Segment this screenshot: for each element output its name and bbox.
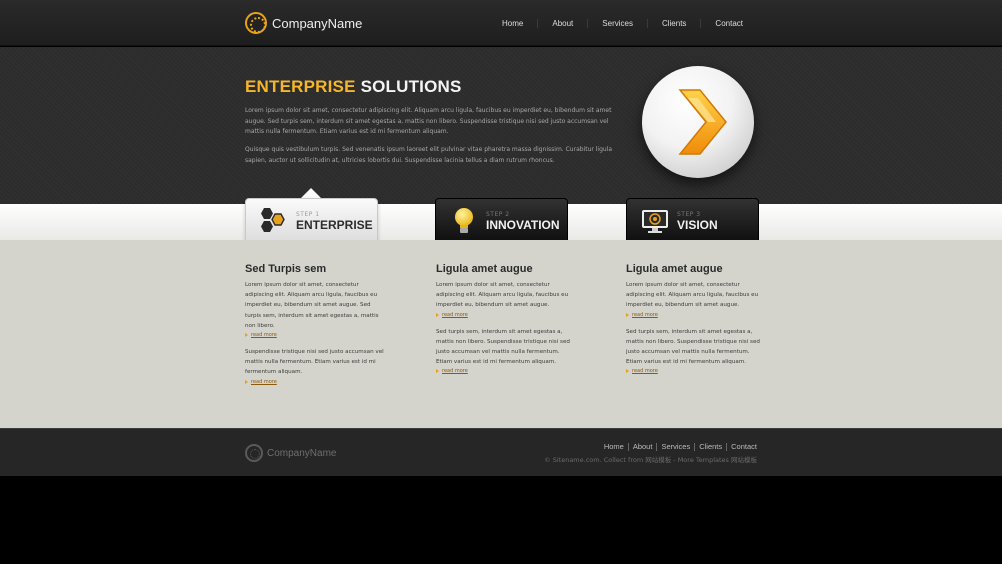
read-more-link[interactable]: read more bbox=[245, 379, 385, 385]
tab-step-label: STEP 2 bbox=[486, 210, 510, 218]
hero-title-accent: ENTERPRISE bbox=[245, 77, 356, 96]
tab-step-label: STEP 1 bbox=[296, 210, 320, 218]
footer-logo-icon bbox=[245, 444, 263, 462]
tab-vision-text: STEP 3 VISION bbox=[677, 211, 718, 232]
logo-text: CompanyName bbox=[272, 15, 363, 31]
column-title: Ligula amet augue bbox=[626, 263, 723, 275]
nav-home[interactable]: Home bbox=[488, 19, 537, 28]
footer-nav-home[interactable]: Home bbox=[600, 443, 628, 451]
content-column-3: Ligula amet augue Lorem ipsum dolor sit … bbox=[626, 263, 766, 383]
read-more-link[interactable]: read more bbox=[245, 332, 385, 338]
tab-name: INNOVATION bbox=[486, 217, 560, 232]
hero-title: ENTERPRISE SOLUTIONS bbox=[245, 77, 462, 97]
next-arrow-button[interactable] bbox=[642, 66, 754, 178]
hero-title-rest: SOLUTIONS bbox=[360, 77, 462, 96]
tab-name: VISION bbox=[677, 217, 718, 232]
page-bottom-area bbox=[0, 477, 1002, 564]
logo-icon bbox=[245, 12, 267, 34]
logo[interactable]: CompanyName bbox=[245, 12, 362, 34]
content-section: Sed Turpis sem Lorem ipsum dolor sit ame… bbox=[0, 240, 1002, 428]
column-title: Ligula amet augue bbox=[436, 263, 533, 275]
column-paragraph: Lorem ipsum dolor sit amet, consectetur … bbox=[626, 282, 759, 309]
column-paragraph: Suspendisse tristique nisi sed justo acc… bbox=[245, 349, 384, 376]
footer-nav-services[interactable]: Services bbox=[656, 443, 694, 451]
tab-innovation-text: STEP 2 INNOVATION bbox=[486, 211, 560, 232]
nav-about[interactable]: About bbox=[537, 19, 587, 28]
footer-nav-contact[interactable]: Contact bbox=[726, 443, 757, 451]
hero-section: ENTERPRISE SOLUTIONS Lorem ipsum dolor s… bbox=[0, 47, 1002, 204]
read-more-link[interactable]: read more bbox=[626, 368, 766, 374]
tab-step-label: STEP 3 bbox=[677, 210, 701, 218]
read-more-link[interactable]: read more bbox=[436, 312, 576, 318]
main-nav: Home About Services Clients Contact bbox=[488, 19, 757, 28]
nav-clients[interactable]: Clients bbox=[646, 19, 700, 28]
top-bar: CompanyName Home About Services Clients … bbox=[0, 0, 1002, 46]
tab-enterprise[interactable]: STEP 1 ENTERPRISE bbox=[245, 198, 378, 244]
footer-logo-text: CompanyName bbox=[267, 447, 337, 459]
monitor-icon bbox=[642, 210, 668, 233]
nav-contact[interactable]: Contact bbox=[700, 19, 757, 28]
hexagons-icon bbox=[261, 208, 285, 232]
nav-services[interactable]: Services bbox=[587, 19, 647, 28]
read-more-link[interactable]: read more bbox=[436, 368, 576, 374]
column-paragraph: Sed turpis sem, interdum sit amet egesta… bbox=[626, 328, 760, 366]
footer: CompanyName Home About Services Clients … bbox=[0, 428, 1002, 476]
column-paragraph: Lorem ipsum dolor sit amet, consectetur … bbox=[245, 282, 379, 329]
column-title: Sed Turpis sem bbox=[245, 263, 327, 275]
footer-logo[interactable]: CompanyName bbox=[245, 444, 336, 462]
tab-enterprise-text: STEP 1 ENTERPRISE bbox=[296, 211, 373, 232]
content-column-1: Sed Turpis sem Lorem ipsum dolor sit ame… bbox=[245, 263, 385, 394]
footer-nav: Home About Services Clients Contact bbox=[600, 443, 757, 451]
read-more-link[interactable]: read more bbox=[626, 312, 766, 318]
tab-name: ENTERPRISE bbox=[296, 217, 373, 232]
content-column-2: Ligula amet augue Lorem ipsum dolor sit … bbox=[436, 263, 576, 383]
tab-innovation[interactable]: STEP 2 INNOVATION bbox=[435, 198, 568, 244]
lightbulb-icon bbox=[455, 208, 473, 233]
footer-nav-about[interactable]: About bbox=[627, 443, 657, 451]
hero-paragraph-2: Quisque quis vestibulum turpis. Sed vene… bbox=[245, 146, 613, 164]
column-paragraph: Lorem ipsum dolor sit amet, consectetur … bbox=[436, 282, 569, 309]
column-paragraph: Sed turpis sem, interdum sit amet egesta… bbox=[436, 328, 570, 366]
tab-vision[interactable]: STEP 3 VISION bbox=[626, 198, 759, 244]
hero-paragraph-1: Lorem ipsum dolor sit amet, consectetur … bbox=[245, 107, 612, 135]
copyright-text: © Sitename.com. Collect from 网站模板 - More… bbox=[544, 456, 757, 464]
chevron-right-icon bbox=[678, 89, 727, 155]
footer-nav-clients[interactable]: Clients bbox=[694, 443, 726, 451]
